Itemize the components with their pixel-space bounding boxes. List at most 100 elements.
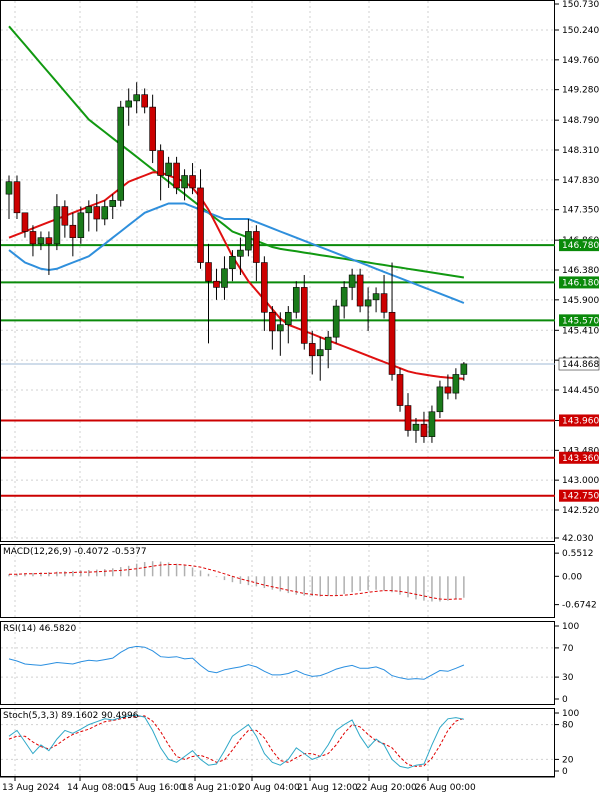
macd-title: MACD(12,26,9) -0.4072 -0.5377 [3,547,147,557]
candle-body [261,262,268,313]
candle-body [404,405,412,431]
price-tick-label: 149.760 [562,56,599,66]
candle-body [229,256,236,270]
candle [117,100,125,207]
candle [13,175,21,220]
candle-body [61,206,69,226]
candle-body [396,374,404,406]
candle-body [436,386,444,413]
candle-body [277,324,284,332]
support-level-label: 143.960 [562,416,599,426]
candle-body [237,249,244,257]
price-tick-label: 145.900 [562,296,599,306]
candle-body [165,162,172,176]
candle-body [109,200,117,207]
candle-body [181,175,188,189]
candle-body [388,311,396,375]
stoch-tick-label: 100 [562,709,579,719]
candle-body [101,206,109,220]
trading-chart[interactable]: 150.730 150.240 149.760 149.280 148.790 148.3… [0,0,600,793]
x-tick-label: 14 Aug 08:00 [67,783,128,793]
price-tick-label: 42.030 [562,534,594,544]
stoch-tick-label: 0 [562,767,568,777]
candle-body [173,162,180,189]
stoch-tick-label: 20 [562,755,574,765]
x-tick-label: 18 Aug 21:01 [182,783,243,793]
x-tick-label: 15 Aug 16:00 [124,783,185,793]
x-tick-label: 26 Aug 00:00 [415,783,476,793]
candle-body [412,423,420,431]
x-tick-label: 13 Aug 2024 [2,783,60,793]
candle-body [364,299,372,307]
price-tick-label: 143.000 [562,476,599,486]
candle-body [428,411,436,437]
price-tick-label: 147.350 [562,206,599,216]
candle-body [45,237,53,245]
candle-body [292,287,300,313]
candle-body [380,293,388,313]
candle-body [253,231,260,263]
candle-body [420,423,428,437]
candle-body [141,94,148,108]
price-tick-label: 144.450 [562,386,599,396]
candle-body [460,363,468,375]
candle-body [21,212,29,232]
resistance-level-label: 146.780 [562,241,599,251]
price-tick-label: 145.410 [562,326,599,336]
candle-body [213,280,220,288]
price-tick-label: 150.730 [562,0,599,10]
candle-body [197,187,204,263]
resistance-level-label: 145.570 [562,316,599,326]
rsi-pane-frame [0,621,555,705]
candle-body [205,262,212,282]
candle-body [125,100,132,108]
candle-body [189,175,196,189]
price-pane-frame [0,0,555,542]
candle-body [356,274,364,307]
candle-body [308,343,316,357]
candle-body [85,206,93,214]
support-level-label: 142.750 [562,492,599,502]
macd-tick-label: 0.00 [562,572,582,582]
candle-body [300,287,308,344]
x-tick-label: 21 Aug 12:00 [297,783,358,793]
candle-body [316,349,324,357]
candle-body [133,94,140,102]
candle-body [372,293,380,301]
price-tick-label: 150.240 [562,26,599,36]
candle-body [93,206,101,220]
candle-body [69,224,77,238]
current-price-label: 144.868 [562,360,599,370]
candle-body [149,106,156,151]
candle-body [221,268,228,288]
x-tick-label: 20 Aug 04:00 [239,783,300,793]
rsi-tick-label: 30 [562,673,574,683]
candle-body [332,305,340,338]
candle-body [53,206,61,245]
candle-body [324,336,332,350]
price-tick-label: 148.310 [562,146,599,156]
x-tick-label: 22 Aug 20:00 [356,783,417,793]
stoch-tick-label: 80 [562,721,574,731]
candle-body [452,374,460,394]
x-axis: 13 Aug 2024 14 Aug 08:0015 Aug 16:0018 Au… [0,776,555,793]
candle-body [37,237,45,245]
candle [396,368,404,412]
candle-body [284,311,292,326]
stoch-title: Stoch(5,3,3) 89.1602 90.4996 [3,711,139,721]
rsi-tick-label: 70 [562,644,574,654]
macd-tick-label: -0.6742 [562,601,597,611]
candle-body [348,274,356,288]
candle-body [269,311,276,332]
rsi-tick-label: 0 [562,695,568,705]
price-tick-label: 142.520 [562,506,599,516]
price-tick-label: 148.790 [562,116,599,126]
candle-body [117,106,125,201]
macd-tick-label: 0.5512 [562,549,594,559]
rsi-title: RSI(14) 46.5820 [3,624,76,634]
candle-body [245,231,252,251]
candle-body [340,287,348,307]
candle-body [157,150,164,176]
candle-body [444,386,452,394]
price-tick-label: 146.380 [562,266,599,276]
